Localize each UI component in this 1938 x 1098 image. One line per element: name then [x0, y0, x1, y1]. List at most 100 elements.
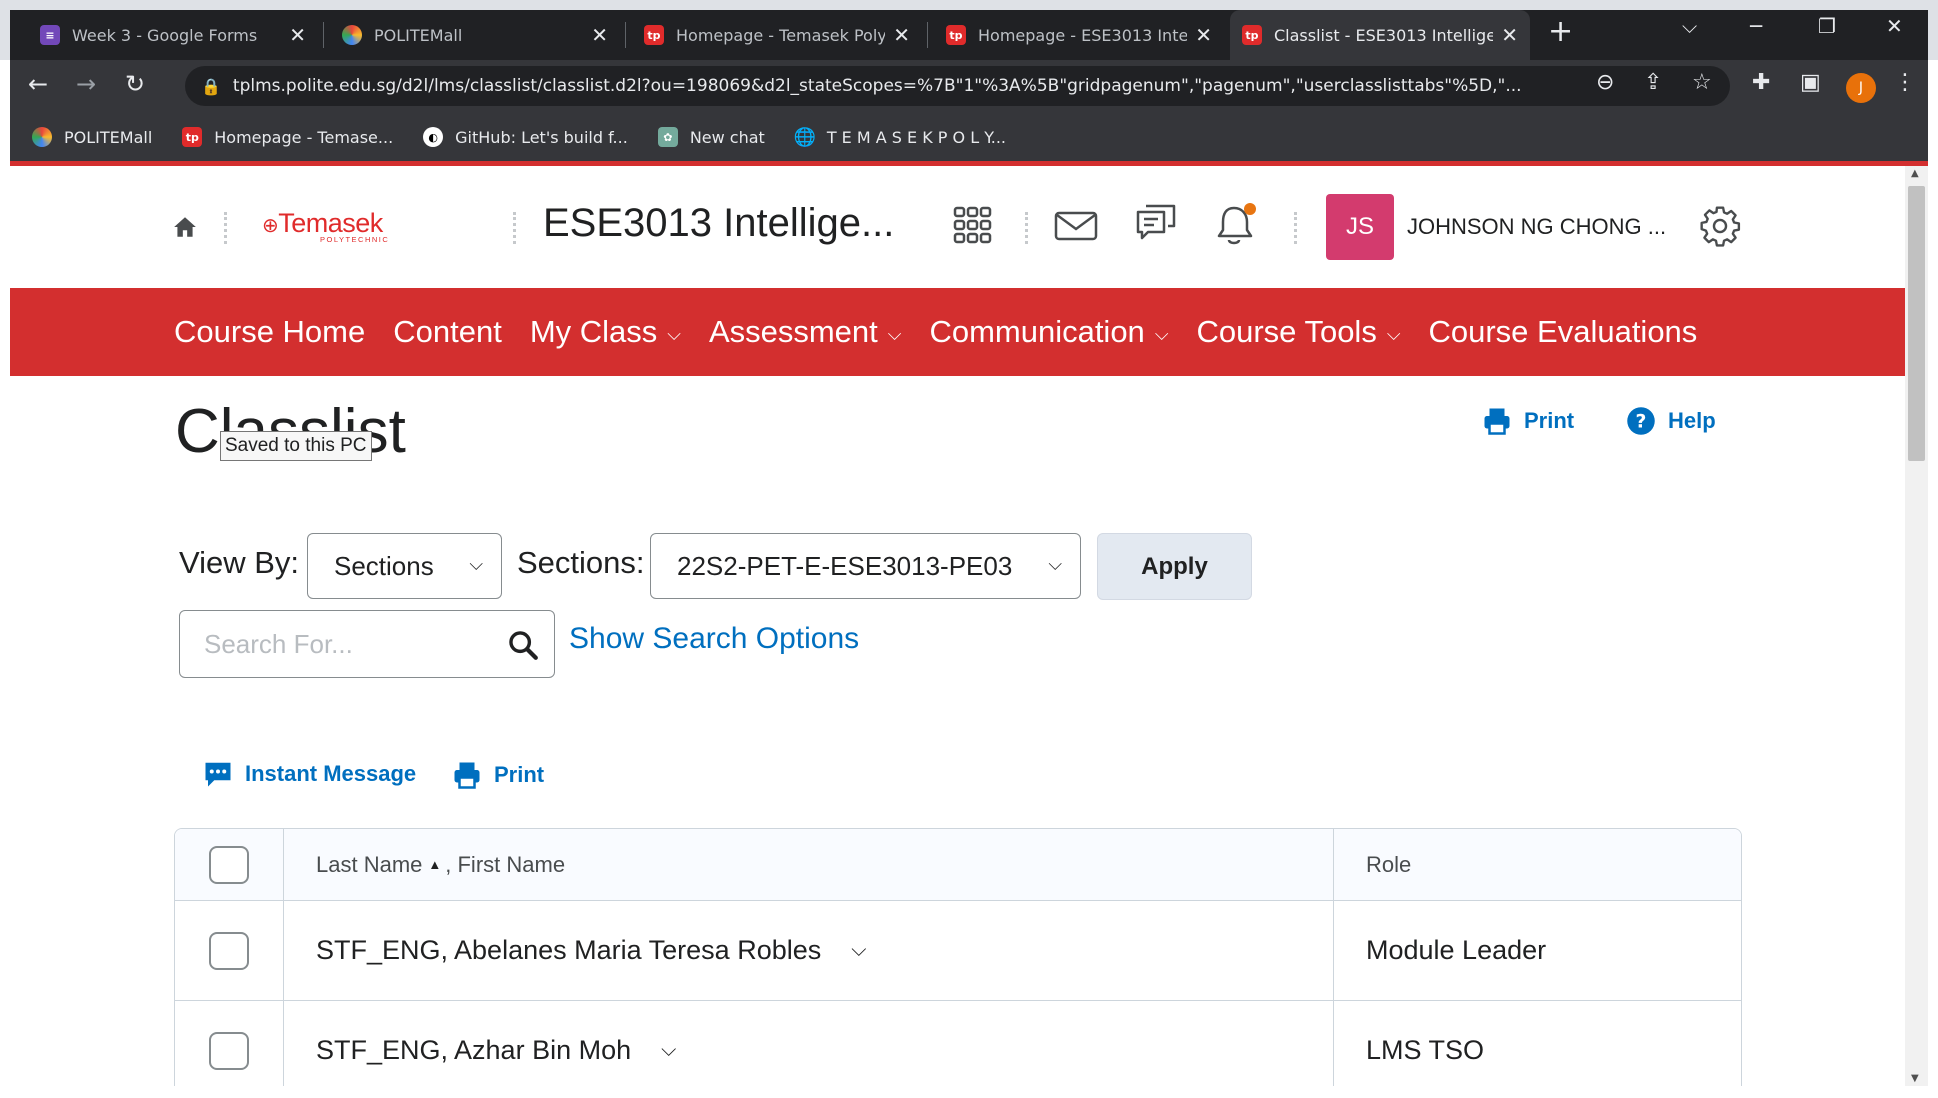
chevron-down-icon[interactable]: ⌵ [661, 1039, 676, 1062]
bookmark-label: T E M A S E K P O L Y... [826, 127, 1007, 147]
help-icon: ? [1627, 407, 1655, 435]
help-button[interactable]: ? Help [1626, 406, 1716, 436]
tab-title: Classlist - ESE3013 Intelligent [1274, 25, 1494, 45]
apply-button[interactable]: Apply [1097, 533, 1252, 600]
restore-icon[interactable]: ❐ [1818, 14, 1836, 38]
print-button[interactable]: Print [1482, 406, 1574, 436]
chevron-down-icon: ⌵ [469, 554, 483, 574]
view-by-select[interactable]: Sections ⌵ [307, 533, 502, 599]
nav-label: Content [393, 314, 502, 349]
chevron-down-icon: ⌵ [1048, 554, 1062, 574]
row-checkbox-cell [175, 1001, 284, 1086]
sort-first-name[interactable]: , First Name [445, 852, 565, 878]
extensions-icon[interactable]: ✚ [1752, 70, 1770, 95]
search-input[interactable] [204, 627, 494, 661]
tab-politemall[interactable]: POLITEMall ✕ [330, 10, 620, 60]
bookmark-homepage-temasek[interactable]: tp Homepage - Temase... [182, 127, 393, 147]
tab-classlist[interactable]: tp Classlist - ESE3013 Intelligent ✕ [1230, 10, 1530, 60]
minimize-icon[interactable]: ─ [1750, 14, 1762, 38]
close-window-icon[interactable]: ✕ [1886, 14, 1903, 38]
bookmark-temasekpoly[interactable]: 🌐 T E M A S E K P O L Y... [793, 126, 1007, 148]
tab-homepage-ese3013[interactable]: tp Homepage - ESE3013 Intelligent ✕ [934, 10, 1224, 60]
nav-label: Assessment [708, 314, 878, 349]
close-tab-icon[interactable]: ✕ [893, 23, 910, 47]
nav-course-evaluations[interactable]: Course Evaluations [1428, 314, 1697, 350]
divider [1025, 212, 1029, 244]
nav-assessment[interactable]: Assessment ⌵ [709, 314, 902, 350]
sections-value: 22S2-PET-E-ESE3013-PE03 [677, 550, 1013, 581]
new-tab-button[interactable]: + [1548, 14, 1573, 49]
menu-kebab-icon[interactable]: ⋮ [1894, 70, 1916, 95]
zoom-icon[interactable]: ⊖ [1596, 70, 1614, 95]
nav-course-home[interactable]: Course Home [174, 314, 365, 350]
url-text[interactable]: tplms.polite.edu.sg/d2l/lms/classlist/cl… [233, 76, 1573, 96]
close-tab-icon[interactable]: ✕ [1195, 23, 1212, 47]
tab-google-forms[interactable]: ≡ Week 3 - Google Forms ✕ [28, 10, 318, 60]
google-forms-icon: ≡ [40, 25, 60, 45]
messages-icon[interactable] [1134, 202, 1178, 246]
user-name[interactable]: STF_ENG, Azhar Bin Moh [316, 1035, 631, 1066]
bookmark-github[interactable]: ◐ GitHub: Let's build f... [423, 127, 628, 147]
bookmark-label: Homepage - Temase... [214, 127, 394, 147]
close-tab-icon[interactable]: ✕ [289, 23, 306, 47]
header-name-cell[interactable]: Last Name ▲ , First Name [284, 829, 1334, 900]
print-label: Print [494, 762, 545, 787]
reload-icon[interactable]: ↻ [125, 70, 145, 98]
share-icon[interactable]: ⇪ [1644, 70, 1662, 95]
tp-icon: tp [644, 25, 664, 45]
lock-icon[interactable]: 🔒 [201, 77, 221, 96]
avatar[interactable]: JS [1326, 194, 1394, 260]
search-icon[interactable] [506, 628, 540, 662]
sort-last-name[interactable]: Last Name [316, 852, 422, 878]
nav-content[interactable]: Content [393, 314, 502, 350]
temasek-logo[interactable]: ⊕Temasek POLYTECHNIC [262, 208, 389, 244]
close-tab-icon[interactable]: ✕ [591, 23, 608, 47]
nav-course-tools[interactable]: Course Tools ⌵ [1196, 314, 1400, 350]
scroll-up-icon[interactable]: ▲ [1911, 168, 1919, 179]
close-tab-icon[interactable]: ✕ [1501, 23, 1518, 47]
user-role-cell: LMS TSO [1334, 1001, 1741, 1086]
address-bar[interactable]: 🔒 tplms.polite.edu.sg/d2l/lms/classlist/… [185, 66, 1730, 106]
printer-icon [454, 762, 480, 789]
show-search-options-link[interactable]: Show Search Options [569, 622, 859, 656]
nav-label: My Class [529, 314, 658, 349]
tab-homepage-temasek[interactable]: tp Homepage - Temasek Polytechnic ✕ [632, 10, 922, 60]
tab-search-icon[interactable]: ⌵ [1682, 14, 1697, 38]
course-title[interactable]: ESE3013 Intellige... [543, 201, 894, 246]
minibar: ⊕Temasek POLYTECHNIC ESE3013 Intellige..… [10, 166, 1905, 288]
side-panel-icon[interactable]: ▣ [1800, 70, 1821, 95]
user-name[interactable]: STF_ENG, Abelanes Maria Teresa Robles [316, 935, 821, 966]
view-by-value: Sections [334, 550, 434, 581]
scroll-down-icon[interactable]: ▼ [1911, 1073, 1919, 1084]
nav-my-class[interactable]: My Class ⌵ [530, 314, 681, 350]
print-list-button[interactable]: Print [452, 760, 544, 790]
select-all-checkbox[interactable] [209, 845, 249, 884]
bookmark-star-icon[interactable]: ☆ [1692, 70, 1712, 95]
course-navbar: Course Home Content My Class ⌵ Assessment… [10, 288, 1905, 376]
scrollbar-thumb[interactable] [1908, 186, 1925, 461]
header-role-cell: Role [1334, 829, 1741, 900]
view-by-label: View By: [179, 545, 300, 580]
nav-communication[interactable]: Communication ⌵ [929, 314, 1168, 350]
profile-avatar[interactable]: J [1846, 73, 1876, 103]
globe-icon: 🌐 [793, 126, 817, 148]
row-checkbox[interactable] [209, 931, 249, 970]
home-icon[interactable] [172, 214, 198, 240]
course-selector-grid-icon[interactable] [953, 206, 993, 246]
email-icon[interactable] [1054, 208, 1098, 244]
bookmark-politemall[interactable]: POLITEMall [32, 127, 152, 147]
notifications-bell-icon[interactable] [1214, 200, 1260, 248]
bookmark-new-chat[interactable]: ✿ New chat [657, 127, 765, 147]
forward-icon[interactable]: → [76, 70, 96, 98]
settings-gear-icon[interactable] [1698, 204, 1742, 248]
politemall-icon [342, 25, 362, 45]
row-checkbox[interactable] [209, 1031, 249, 1070]
sections-select[interactable]: 22S2-PET-E-ESE3013-PE03 ⌵ [650, 533, 1081, 599]
back-icon[interactable]: ← [28, 70, 48, 98]
table-header-row: Last Name ▲ , First Name Role [175, 829, 1741, 900]
username[interactable]: JOHNSON NG CHONG ... [1407, 214, 1666, 240]
logo-sub: POLYTECHNIC [320, 235, 390, 244]
chevron-down-icon[interactable]: ⌵ [851, 939, 866, 962]
instant-message-button[interactable]: Instant Message [203, 760, 416, 788]
page-scrollbar[interactable]: ▲ ▼ [1905, 166, 1928, 1086]
